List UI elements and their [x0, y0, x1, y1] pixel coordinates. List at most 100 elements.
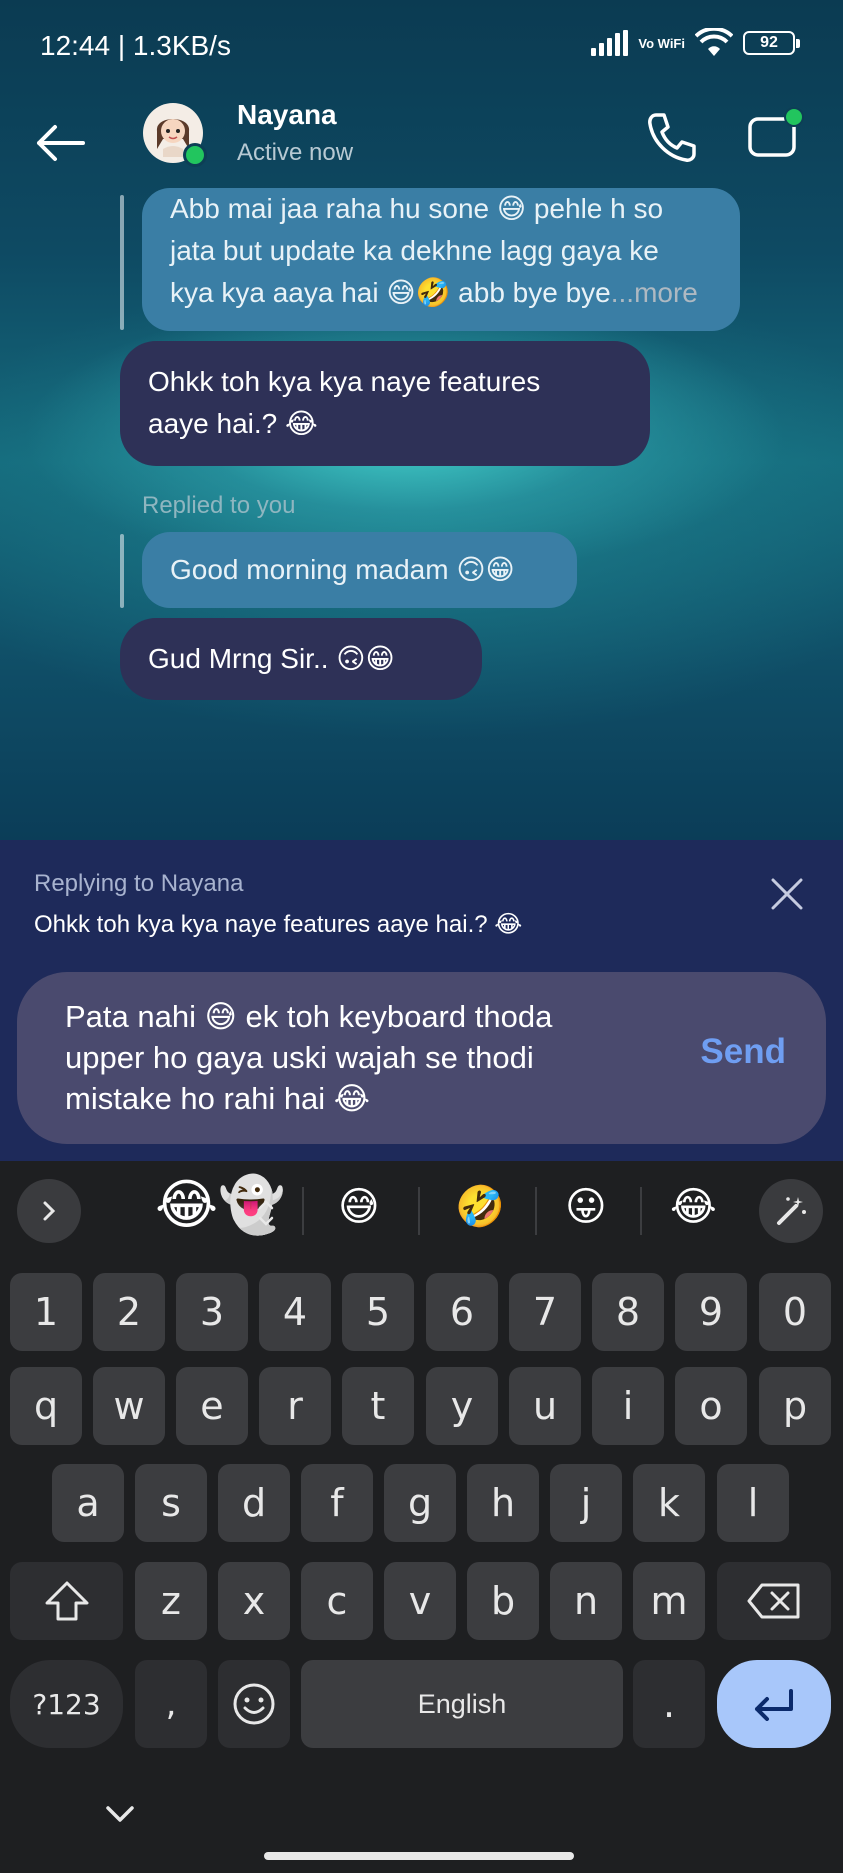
- magic-wand-button[interactable]: [759, 1179, 823, 1243]
- period-key[interactable]: .: [633, 1660, 705, 1748]
- key-6[interactable]: 6: [426, 1273, 498, 1351]
- key-8[interactable]: 8: [592, 1273, 664, 1351]
- symbols-key[interactable]: ?123: [10, 1660, 123, 1748]
- key-s[interactable]: s: [135, 1464, 207, 1542]
- emoji-key[interactable]: [218, 1660, 290, 1748]
- send-button[interactable]: Send: [700, 1032, 786, 1072]
- emoji-suggestion[interactable]: 😂: [670, 1187, 717, 1227]
- key-q[interactable]: q: [10, 1367, 82, 1445]
- quote-bar: [120, 195, 124, 330]
- battery-level: 92: [760, 34, 778, 51]
- contact-name[interactable]: Nayana: [237, 99, 337, 131]
- message-text: Gud Mrng Sir.. 🙃😁: [148, 643, 395, 674]
- backspace-icon: [747, 1583, 800, 1619]
- key-j[interactable]: j: [550, 1464, 622, 1542]
- key-a[interactable]: a: [52, 1464, 124, 1542]
- chevron-up-down-icon[interactable]: [256, 1197, 276, 1229]
- key-b[interactable]: b: [467, 1562, 539, 1640]
- divider: [418, 1187, 420, 1235]
- enter-icon: [755, 1689, 793, 1721]
- divider: [535, 1187, 537, 1235]
- quoted-line-text: kya kya aaya hai 😅🤣 abb bye bye: [170, 277, 611, 308]
- suggestion-strip: 😂👻 😅 🤣 😛 😂: [0, 1161, 843, 1256]
- emoji-suggestion[interactable]: 😅: [338, 1187, 380, 1227]
- quoted-text: Good morning madam 🙃😁: [170, 554, 515, 585]
- chevron-right-icon: [43, 1201, 56, 1221]
- key-y[interactable]: y: [426, 1367, 498, 1445]
- key-7[interactable]: 7: [509, 1273, 581, 1351]
- close-icon: [771, 878, 803, 910]
- enter-key[interactable]: [717, 1660, 831, 1748]
- key-e[interactable]: e: [176, 1367, 248, 1445]
- key-l[interactable]: l: [717, 1464, 789, 1542]
- hide-keyboard-icon[interactable]: [100, 1800, 140, 1830]
- chat-header: Nayana Active now: [0, 95, 843, 195]
- phone-icon: [648, 113, 696, 162]
- battery-icon: 92: [743, 31, 800, 55]
- keyboard: 😂👻 😅 🤣 😛 😂 1 2 3 4 5 6 7 8 9 0 q w e r t…: [0, 1161, 843, 1873]
- key-z[interactable]: z: [135, 1562, 207, 1640]
- backspace-key[interactable]: [717, 1562, 831, 1640]
- input-line: upper ho gaya uski wajah se thodi: [65, 1040, 534, 1075]
- smiley-icon: [233, 1683, 275, 1725]
- cancel-reply-button[interactable]: [767, 874, 807, 914]
- key-k[interactable]: k: [633, 1464, 705, 1542]
- space-key[interactable]: English: [301, 1660, 623, 1748]
- key-m[interactable]: m: [633, 1562, 705, 1640]
- key-p[interactable]: p: [759, 1367, 831, 1445]
- quoted-message[interactable]: Abb mai jaa raha hu sone 😅 pehle h so ja…: [142, 188, 740, 331]
- quoted-message[interactable]: Good morning madam 🙃😁: [142, 532, 577, 608]
- key-t[interactable]: t: [342, 1367, 414, 1445]
- contact-status: Active now: [237, 139, 354, 166]
- shift-key[interactable]: [10, 1562, 123, 1640]
- magic-wand-icon: [777, 1197, 806, 1225]
- vowifi-label: Vo WiFi: [638, 35, 685, 51]
- message-input[interactable]: Pata nahi 😅 ek toh keyboard thoda upper …: [17, 972, 826, 1144]
- key-d[interactable]: d: [218, 1464, 290, 1542]
- key-0[interactable]: 0: [759, 1273, 831, 1351]
- key-g[interactable]: g: [384, 1464, 456, 1542]
- reply-preview: Replying to Nayana Ohkk toh kya kya naye…: [0, 840, 843, 975]
- key-i[interactable]: i: [592, 1367, 664, 1445]
- input-line: Pata nahi 😅 ek toh keyboard thoda: [65, 999, 553, 1034]
- signal-icon: [591, 30, 629, 56]
- key-f[interactable]: f: [301, 1464, 373, 1542]
- sent-message[interactable]: Gud Mrng Sir.. 🙃😁: [120, 618, 482, 700]
- quoted-line: jata but update ka dekhne lagg gaya ke: [170, 235, 659, 266]
- reply-title: Replying to Nayana: [34, 870, 244, 897]
- back-button[interactable]: [30, 113, 90, 173]
- voice-call-button[interactable]: [642, 107, 702, 167]
- emoji-suggestion[interactable]: 😛: [565, 1187, 607, 1227]
- key-h[interactable]: h: [467, 1464, 539, 1542]
- more-link[interactable]: ...more: [611, 277, 698, 308]
- key-1[interactable]: 1: [10, 1273, 82, 1351]
- expand-toolbar-button[interactable]: [17, 1179, 81, 1243]
- key-r[interactable]: r: [259, 1367, 331, 1445]
- key-c[interactable]: c: [301, 1562, 373, 1640]
- key-w[interactable]: w: [93, 1367, 165, 1445]
- key-3[interactable]: 3: [176, 1273, 248, 1351]
- key-4[interactable]: 4: [259, 1273, 331, 1351]
- message-input-text[interactable]: Pata nahi 😅 ek toh keyboard thoda upper …: [65, 996, 625, 1119]
- key-9[interactable]: 9: [675, 1273, 747, 1351]
- emoji-suggestion[interactable]: 🤣: [455, 1187, 505, 1227]
- key-u[interactable]: u: [509, 1367, 581, 1445]
- key-5[interactable]: 5: [342, 1273, 414, 1351]
- key-v[interactable]: v: [384, 1562, 456, 1640]
- key-n[interactable]: n: [550, 1562, 622, 1640]
- input-line: mistake ho rahi hai 😂: [65, 1081, 371, 1116]
- reply-quoted-text: Ohkk toh kya kya naye features aaye hai.…: [34, 911, 523, 938]
- divider: [640, 1187, 642, 1235]
- comma-key[interactable]: ,: [135, 1660, 207, 1748]
- key-o[interactable]: o: [675, 1367, 747, 1445]
- status-icons: Vo WiFi 92: [591, 28, 800, 58]
- status-time: 12:44 | 1.3KB/s: [40, 30, 231, 61]
- video-call-button[interactable]: [744, 105, 808, 165]
- sent-message[interactable]: Ohkk toh kya kya naye features aaye hai.…: [120, 341, 650, 466]
- home-indicator[interactable]: [264, 1852, 574, 1860]
- arrow-left-icon: [37, 125, 85, 161]
- shift-icon: [45, 1581, 88, 1621]
- avatar[interactable]: [143, 103, 207, 167]
- key-2[interactable]: 2: [93, 1273, 165, 1351]
- key-x[interactable]: x: [218, 1562, 290, 1640]
